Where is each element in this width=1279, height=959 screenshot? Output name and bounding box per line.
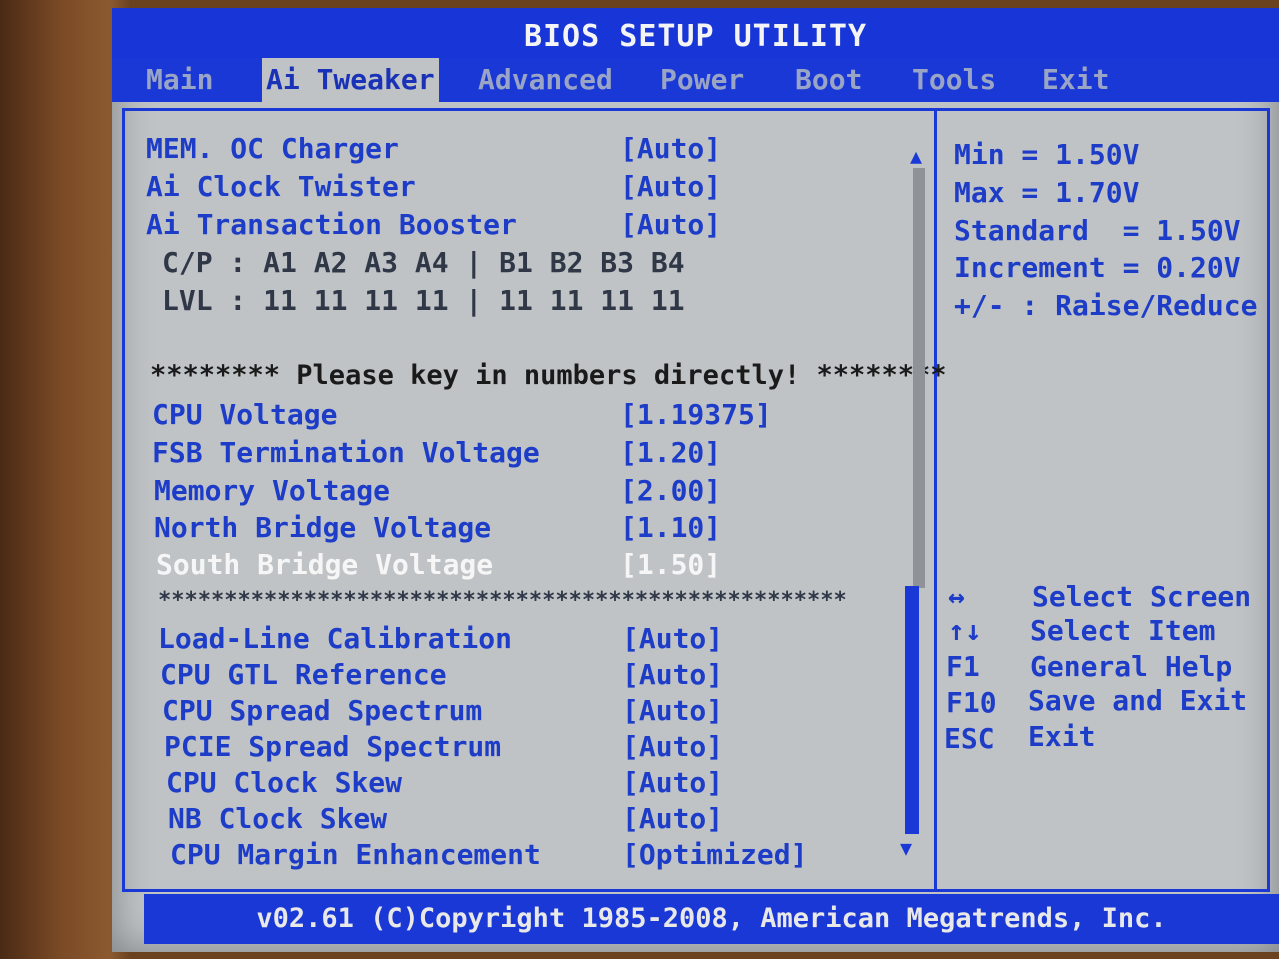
setting-cpu-margin-enhancement[interactable]: CPU Margin Enhancement [170,838,541,871]
legend-general-help: General Help [1030,650,1233,683]
footer-copyright: v02.61 (C)Copyright 1985-2008, American … [144,894,1279,944]
legend-select-item: Select Item [1030,614,1216,647]
setting-value-selected[interactable]: [1.50] [620,548,721,581]
setting-value[interactable]: [1.19375] [620,398,772,431]
help-raise-reduce: +/- : Raise/Reduce [954,289,1258,322]
panel-divider [934,108,937,892]
tab-main[interactable]: Main [146,58,213,102]
setting-value[interactable]: [Auto] [622,730,723,763]
setting-value[interactable]: [1.20] [620,436,721,469]
setting-value[interactable]: [Auto] [622,658,723,691]
tab-power[interactable]: Power [660,58,744,102]
setting-value[interactable]: [2.00] [620,474,721,507]
help-increment: Increment = 0.20V [954,251,1241,284]
help-min: Min = 1.50V [954,138,1140,171]
tab-bar: Main Ai Tweaker Advanced Power Boot Tool… [112,58,1279,102]
legend-key-f1: F1 [946,650,980,683]
setting-value[interactable]: [Auto] [622,622,723,655]
setting-north-bridge-voltage[interactable]: North Bridge Voltage [154,511,491,544]
legend-select-screen: Select Screen [1032,580,1252,613]
scrollbar-track[interactable] [913,168,925,588]
legend-key-arrows-ud-icon: ↑↓ [948,614,982,647]
setting-value[interactable]: [Optimized] [622,838,807,871]
legend-key-esc: ESC [944,722,995,755]
setting-value[interactable]: [Auto] [622,694,723,727]
lvl-line: LVL : 11 11 11 11 | 11 11 11 11 [162,284,685,317]
legend-key-f10: F10 [946,686,997,719]
help-standard: Standard = 1.50V [954,214,1241,247]
separator-line: ****************************************… [158,588,847,613]
notice-line: ******** Please key in numbers directly!… [150,360,947,391]
setting-cpu-gtl-reference[interactable]: CPU GTL Reference [160,658,447,691]
legend-save-and-exit: Save and Exit [1028,684,1248,717]
scroll-down-icon[interactable]: ▼ [900,836,912,860]
setting-pcie-spread-spectrum[interactable]: PCIE Spread Spectrum [164,730,501,763]
setting-nb-clock-skew[interactable]: NB Clock Skew [168,802,387,835]
bios-screen: BIOS SETUP UTILITY Main Ai Tweaker Advan… [112,8,1279,952]
setting-mem-oc-charger[interactable]: MEM. OC Charger [146,132,399,165]
setting-cpu-voltage[interactable]: CPU Voltage [152,398,337,431]
tab-advanced[interactable]: Advanced [478,58,613,102]
setting-fsb-termination-voltage[interactable]: FSB Termination Voltage [152,436,540,469]
scroll-up-icon[interactable]: ▲ [910,144,922,168]
cp-line: C/P : A1 A2 A3 A4 | B1 B2 B3 B4 [162,246,685,279]
setting-cpu-clock-skew[interactable]: CPU Clock Skew [166,766,402,799]
tab-ai-tweaker[interactable]: Ai Tweaker [262,58,439,102]
setting-ai-transaction-booster[interactable]: Ai Transaction Booster [146,208,517,241]
setting-load-line-calibration[interactable]: Load-Line Calibration [158,622,512,655]
setting-value[interactable]: [1.10] [620,511,721,544]
setting-cpu-spread-spectrum[interactable]: CPU Spread Spectrum [162,694,482,727]
setting-value[interactable]: [Auto] [620,208,721,241]
setting-value[interactable]: [Auto] [622,766,723,799]
setting-memory-voltage[interactable]: Memory Voltage [154,474,390,507]
scrollbar-thumb[interactable] [905,586,919,834]
setting-value[interactable]: [Auto] [622,802,723,835]
title-text: BIOS SETUP UTILITY [523,19,868,54]
legend-exit: Exit [1028,720,1096,753]
tab-exit[interactable]: Exit [1042,58,1109,102]
help-max: Max = 1.70V [954,176,1140,209]
setting-ai-clock-twister[interactable]: Ai Clock Twister [146,170,416,203]
setting-south-bridge-voltage[interactable]: South Bridge Voltage [156,548,493,581]
window-title: BIOS SETUP UTILITY [112,8,1279,58]
legend-key-arrows-lr-icon: ↔ [948,580,965,613]
setting-value[interactable]: [Auto] [620,170,721,203]
tab-boot[interactable]: Boot [795,58,862,102]
setting-value[interactable]: [Auto] [620,132,721,165]
tab-tools[interactable]: Tools [912,58,996,102]
